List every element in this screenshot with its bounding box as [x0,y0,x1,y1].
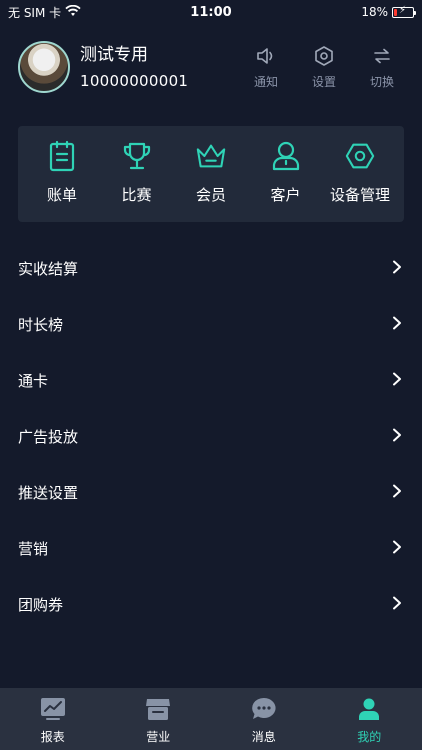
feature-customer[interactable]: 客户 [250,140,322,222]
tab-messages-label: 消息 [251,730,276,744]
battery-icon: ⚡ [392,4,416,18]
header-actions: 通知 设置 切换 [248,45,400,90]
tab-business-label: 营业 [146,730,171,744]
status-right: 18% ⚡ [361,4,416,19]
tab-mine-label: 我的 [357,730,382,744]
menu-item-universal-card[interactable]: 通卡 [0,352,422,408]
settings-label: 设置 [311,74,336,89]
battery-fill [394,8,398,16]
status-bar: 无 SIM 卡 11:00 18% ⚡ [0,0,422,24]
menu-item-label: 推送设置 [18,483,79,502]
hexagon-nut-icon [344,140,376,172]
menu-item-group-coupons[interactable]: 团购券 [0,576,422,632]
feature-bill[interactable]: 账单 [26,140,98,222]
chevron-right-icon [392,427,402,446]
user-info: 测试专用 10000000001 [80,44,248,90]
menu-item-label: 时长榜 [18,315,64,334]
trophy-icon [121,140,153,172]
user-id: 10000000001 [80,72,189,90]
notification-label: 通知 [253,74,278,89]
chevron-right-icon [392,539,402,558]
tab-mine[interactable]: 我的 [329,696,409,750]
settings-button[interactable]: 设置 [306,45,342,90]
feature-card: 账单 比赛 会员 客户 设备管理 [18,126,404,222]
menu-item-label: 团购券 [18,595,64,614]
battery-percent: 18% [361,5,388,19]
feature-member[interactable]: 会员 [175,140,247,222]
menu-item-marketing[interactable]: 营销 [0,520,422,576]
speaker-icon [255,45,277,67]
menu-item-settlement[interactable]: 实收结算 [0,240,422,296]
report-chart-icon [40,696,66,722]
chevron-right-icon [392,595,402,614]
menu-item-label: 通卡 [18,371,49,390]
switch-button[interactable]: 切换 [364,45,400,90]
chevron-right-icon [392,371,402,390]
swap-arrows-icon [371,45,393,67]
wifi-icon [65,4,81,20]
bill-clipboard-icon [46,140,78,172]
feature-member-label: 会员 [195,186,226,204]
menu-item-label: 广告投放 [18,427,79,446]
menu-item-duration-ranking[interactable]: 时长榜 [0,296,422,352]
feature-match[interactable]: 比赛 [101,140,173,222]
user-name: 测试专用 [80,45,148,65]
menu-item-push-settings[interactable]: 推送设置 [0,464,422,520]
hexagon-gear-icon [313,45,335,67]
feature-device-management[interactable]: 设备管理 [324,140,396,222]
tab-bar: 报表 营业 消息 我的 [0,688,422,750]
tab-business[interactable]: 营业 [118,696,198,750]
chevron-right-icon [392,483,402,502]
chat-bubble-icon [251,696,277,722]
tab-messages[interactable]: 消息 [224,696,304,750]
tab-report[interactable]: 报表 [13,696,93,750]
menu-list: 实收结算 时长榜 通卡 广告投放 推送设置 营销 团购券 [0,240,422,632]
store-icon [145,696,171,722]
user-profile-icon [356,696,382,722]
carrier-text: 无 SIM 卡 [8,5,62,20]
person-icon [270,140,302,172]
menu-item-advertising[interactable]: 广告投放 [0,408,422,464]
chevron-right-icon [392,259,402,278]
menu-item-label: 营销 [18,539,49,558]
crown-icon [195,140,227,172]
profile-header: 测试专用 10000000001 通知 设置 切换 [18,40,404,94]
feature-match-label: 比赛 [121,186,152,204]
switch-label: 切换 [369,74,394,89]
tab-report-label: 报表 [40,730,65,744]
feature-bill-label: 账单 [46,186,77,204]
notification-button[interactable]: 通知 [248,45,284,90]
status-left: 无 SIM 卡 [8,4,81,21]
feature-customer-label: 客户 [270,186,301,204]
avatar[interactable] [18,41,70,93]
menu-item-label: 实收结算 [18,259,79,278]
charging-bolt-icon: ⚡ [399,4,407,16]
feature-device-management-label: 设备管理 [329,186,390,204]
chevron-right-icon [392,315,402,334]
